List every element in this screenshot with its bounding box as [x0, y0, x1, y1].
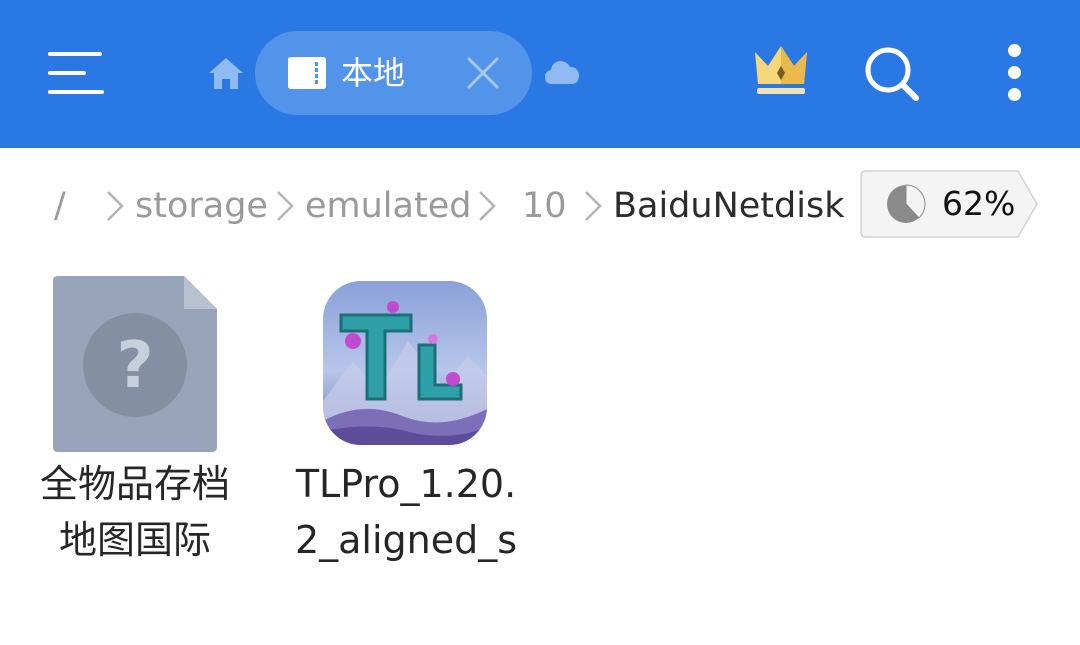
menu-icon [48, 52, 102, 56]
home-icon [209, 58, 243, 89]
cloud-button[interactable] [543, 56, 581, 90]
pie-chart-icon [887, 184, 926, 223]
unknown-file-icon: ? [53, 276, 217, 452]
breadcrumb-storage[interactable]: storage [135, 176, 268, 236]
svg-text:?: ? [116, 329, 153, 403]
tab-local[interactable]: 本地 [255, 31, 532, 115]
top-app-bar: 本地 [0, 0, 1080, 148]
more-vertical-icon-dot [1008, 88, 1021, 101]
menu-button[interactable] [46, 48, 108, 100]
chevron-right-icon [479, 191, 496, 221]
file-name: TLPro_1.20. 2_aligned_s [294, 462, 518, 562]
breadcrumb-10[interactable]: 10 [522, 176, 567, 236]
chevron-right-icon [107, 191, 124, 221]
vip-button[interactable] [750, 42, 812, 98]
breadcrumb-baidunetdisk[interactable]: BaiduNetdisk [613, 176, 844, 236]
more-vertical-icon-dot [1008, 66, 1021, 79]
close-icon[interactable] [466, 56, 500, 90]
breadcrumb-root[interactable]: / [54, 176, 66, 236]
chevron-right-icon [277, 191, 294, 221]
cloud-icon [545, 61, 579, 84]
tab-local-label: 本地 [341, 54, 406, 92]
menu-icon-line [48, 71, 86, 75]
chevron-right-icon [585, 191, 602, 221]
more-vertical-icon [1008, 44, 1021, 57]
file-name: 全物品存档 地图国际 [39, 462, 230, 562]
breadcrumb: / storage emulated 10 BaiduNetdisk [0, 176, 850, 236]
sd-card-icon [288, 57, 326, 89]
storage-usage-label: 62% [942, 184, 1016, 223]
app-icon [323, 281, 487, 445]
search-icon [865, 47, 919, 101]
storage-usage-badge[interactable]: 62% [860, 170, 1040, 238]
more-options-button[interactable] [994, 42, 1034, 104]
crown-icon [755, 46, 807, 94]
home-button[interactable] [206, 54, 246, 94]
breadcrumb-emulated[interactable]: emulated [305, 176, 471, 236]
search-button[interactable] [862, 44, 922, 104]
menu-icon-line [48, 90, 104, 94]
